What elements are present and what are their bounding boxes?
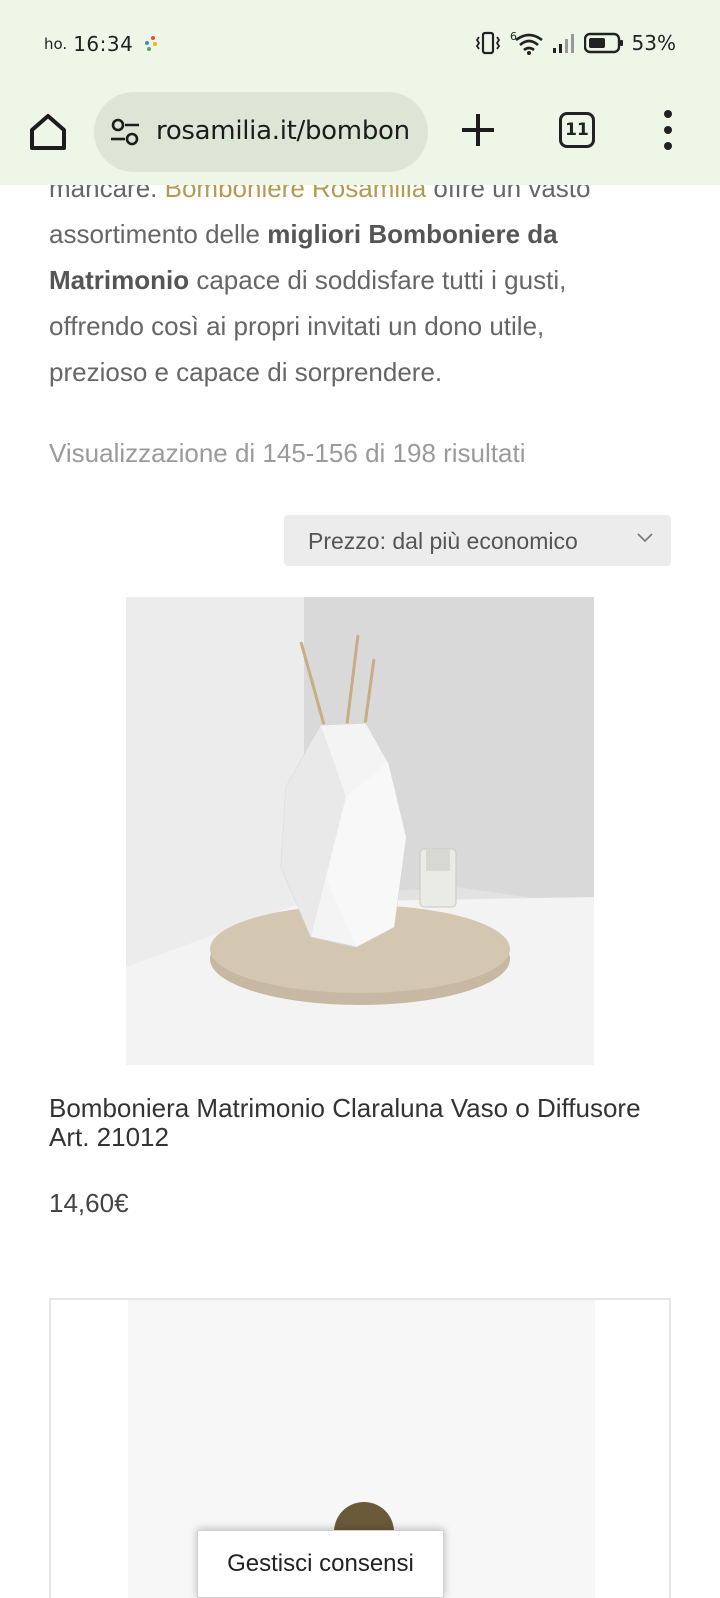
product-image[interactable] — [126, 597, 594, 1065]
status-left: ho. 16:34 — [44, 32, 159, 56]
status-bar: ho. 16:34 6 53% — [0, 0, 720, 90]
signal-icon — [552, 34, 574, 53]
home-icon[interactable] — [26, 110, 70, 154]
vibrate-icon — [475, 31, 500, 55]
product-title[interactable]: Bomboniera Matrimonio Claraluna Vaso o D… — [49, 1094, 669, 1152]
carrier-label: ho. — [44, 35, 68, 53]
wifi-icon: 6 — [510, 30, 543, 55]
status-right: 6 53% — [474, 30, 676, 56]
intro-text: prezioso e capace di sorprendere. — [49, 357, 443, 387]
sort-selected-value: Prezzo: dal più economico — [308, 528, 578, 554]
url-text: rosamilia.it/bombon — [156, 116, 410, 146]
page-content: mancare. Bomboniere Rosamilia offre un v… — [0, 185, 720, 1598]
browser-toolbar: rosamilia.it/bombon 11 — [0, 90, 720, 185]
more-menu-icon[interactable] — [658, 110, 678, 150]
new-tab-icon[interactable] — [458, 110, 498, 150]
intro-bold-text: migliori Bomboniere da — [267, 219, 558, 249]
intro-text: offre un vasto — [426, 185, 591, 203]
result-count: Visualizzazione di 145-156 di 198 risult… — [49, 438, 526, 468]
consent-label: Gestisci consensi — [227, 1550, 414, 1577]
battery-percent: 53% — [631, 31, 676, 55]
product-price: 14,60€ — [49, 1188, 129, 1218]
diffuser-vase-photo — [126, 597, 594, 1065]
sort-dropdown[interactable]: Prezzo: dal più economico — [284, 515, 671, 566]
brand-link[interactable]: Bomboniere Rosamilia — [165, 185, 427, 203]
intro-text: capace di soddisfare tutti i gusti, — [189, 265, 567, 295]
battery-icon — [583, 32, 623, 54]
site-settings-icon[interactable] — [110, 118, 140, 146]
clock: 16:34 — [73, 32, 134, 56]
intro-paragraph: mancare. Bomboniere Rosamilia offre un v… — [49, 185, 679, 395]
network-type-label: 6 — [510, 30, 517, 43]
url-bar[interactable]: rosamilia.it/bombon — [94, 92, 428, 172]
manage-consent-button[interactable]: Gestisci consensi — [197, 1530, 444, 1598]
chevron-down-icon — [637, 533, 653, 543]
intro-text: assortimento delle — [49, 219, 268, 249]
intro-bold-text: Matrimonio — [49, 265, 190, 295]
notification-dots-icon — [143, 36, 159, 52]
tab-switcher-icon[interactable]: 11 — [559, 112, 595, 148]
intro-text: mancare. — [49, 185, 165, 203]
intro-text: offrendo così ai propri invitati un dono… — [49, 311, 545, 341]
tab-count: 11 — [565, 120, 589, 140]
